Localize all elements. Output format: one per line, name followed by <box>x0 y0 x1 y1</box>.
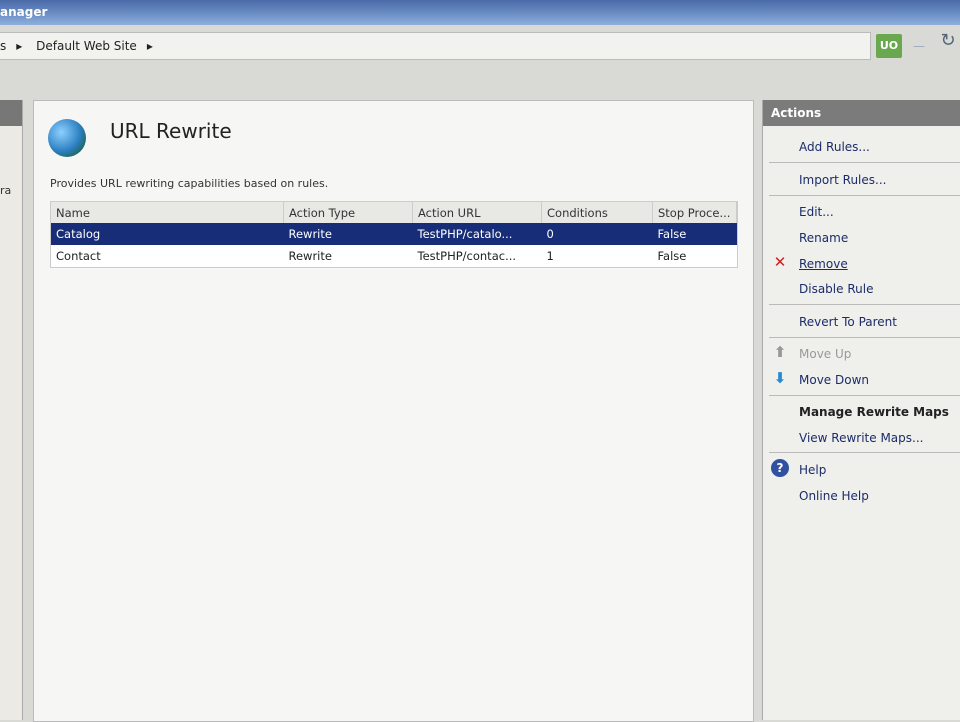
cell-conditions: 1 <box>546 249 554 263</box>
edit-link[interactable]: Edit... <box>799 205 834 219</box>
stop-icon[interactable]: — <box>906 34 932 58</box>
disable-rule-link[interactable]: Disable Rule <box>799 282 873 296</box>
cell-action-type: Rewrite <box>283 223 413 245</box>
move-up-link: Move Up <box>799 347 852 361</box>
rules-table: Name Action Type Action URL Conditions S… <box>50 201 738 268</box>
arrow-up-icon: ⬆ <box>773 343 787 361</box>
status-indicator[interactable]: UO <box>876 34 902 58</box>
column-header-action-type[interactable]: Action Type <box>283 202 413 223</box>
table-row[interactable]: Catalog Rewrite TestPHP/catalo... 0 Fals… <box>51 223 737 245</box>
feature-panel: URL Rewrite Provides URL rewriting capab… <box>33 100 754 722</box>
column-header-name[interactable]: Name <box>51 202 284 223</box>
column-header-conditions[interactable]: Conditions <box>541 202 653 223</box>
arrow-down-icon: ⬇ <box>773 369 787 387</box>
chevron-right-icon[interactable]: ▸ <box>16 39 22 53</box>
cell-action-url: TestPHP/catalo... <box>412 223 542 245</box>
move-down-link[interactable]: Move Down <box>799 373 869 387</box>
address-bar[interactable]: s ▸ Default Web Site ▸ <box>0 32 871 60</box>
cell-action-type: Rewrite <box>288 249 332 263</box>
column-header-action-url[interactable]: Action URL <box>412 202 542 223</box>
breadcrumb-item[interactable]: Default Web Site <box>36 39 137 53</box>
divider <box>769 452 960 453</box>
divider <box>769 395 960 396</box>
online-help-link[interactable]: Online Help <box>799 489 869 503</box>
remove-icon: ✕ <box>773 253 787 271</box>
divider <box>769 304 960 305</box>
window-title: anager <box>0 5 48 19</box>
cell-conditions: 0 <box>541 223 653 245</box>
table-row[interactable]: Contact Rewrite TestPHP/contac... 1 Fals… <box>51 245 737 267</box>
breadcrumb-item[interactable]: s <box>0 39 6 53</box>
help-icon: ? <box>771 459 789 477</box>
globe-icon <box>48 119 86 157</box>
feature-description: Provides URL rewriting capabilities base… <box>50 177 329 190</box>
import-rules-link[interactable]: Import Rules... <box>799 173 886 187</box>
divider <box>769 195 960 196</box>
chevron-right-icon[interactable]: ▸ <box>147 39 153 53</box>
tree-item[interactable]: ra <box>0 184 11 197</box>
divider <box>769 337 960 338</box>
cell-stop-processing: False <box>657 249 687 263</box>
cell-name: Contact <box>56 249 101 263</box>
rename-link[interactable]: Rename <box>799 231 848 245</box>
cell-name: Catalog <box>51 223 284 245</box>
revert-to-parent-link[interactable]: Revert To Parent <box>799 315 897 329</box>
cell-action-url: TestPHP/contac... <box>417 249 517 263</box>
cell-stop-processing: False <box>652 223 737 245</box>
page-title: URL Rewrite <box>110 119 232 143</box>
actions-header: Actions <box>763 100 960 126</box>
add-rules-link[interactable]: Add Rules... <box>799 140 870 154</box>
divider <box>769 162 960 163</box>
actions-pane: Actions Add Rules... Import Rules... Edi… <box>762 100 960 720</box>
connections-pane: ra <box>0 100 23 720</box>
title-bar: anager <box>0 0 960 25</box>
view-rewrite-maps-link[interactable]: View Rewrite Maps... <box>799 431 923 445</box>
column-header-stop-processing[interactable]: Stop Proce... <box>652 202 737 223</box>
manage-rewrite-maps-heading: Manage Rewrite Maps <box>799 405 949 419</box>
help-link[interactable]: Help <box>799 463 826 477</box>
pane-header <box>0 100 22 126</box>
remove-link[interactable]: Remove <box>799 257 848 271</box>
refresh-icon[interactable]: ↻ <box>936 30 960 58</box>
